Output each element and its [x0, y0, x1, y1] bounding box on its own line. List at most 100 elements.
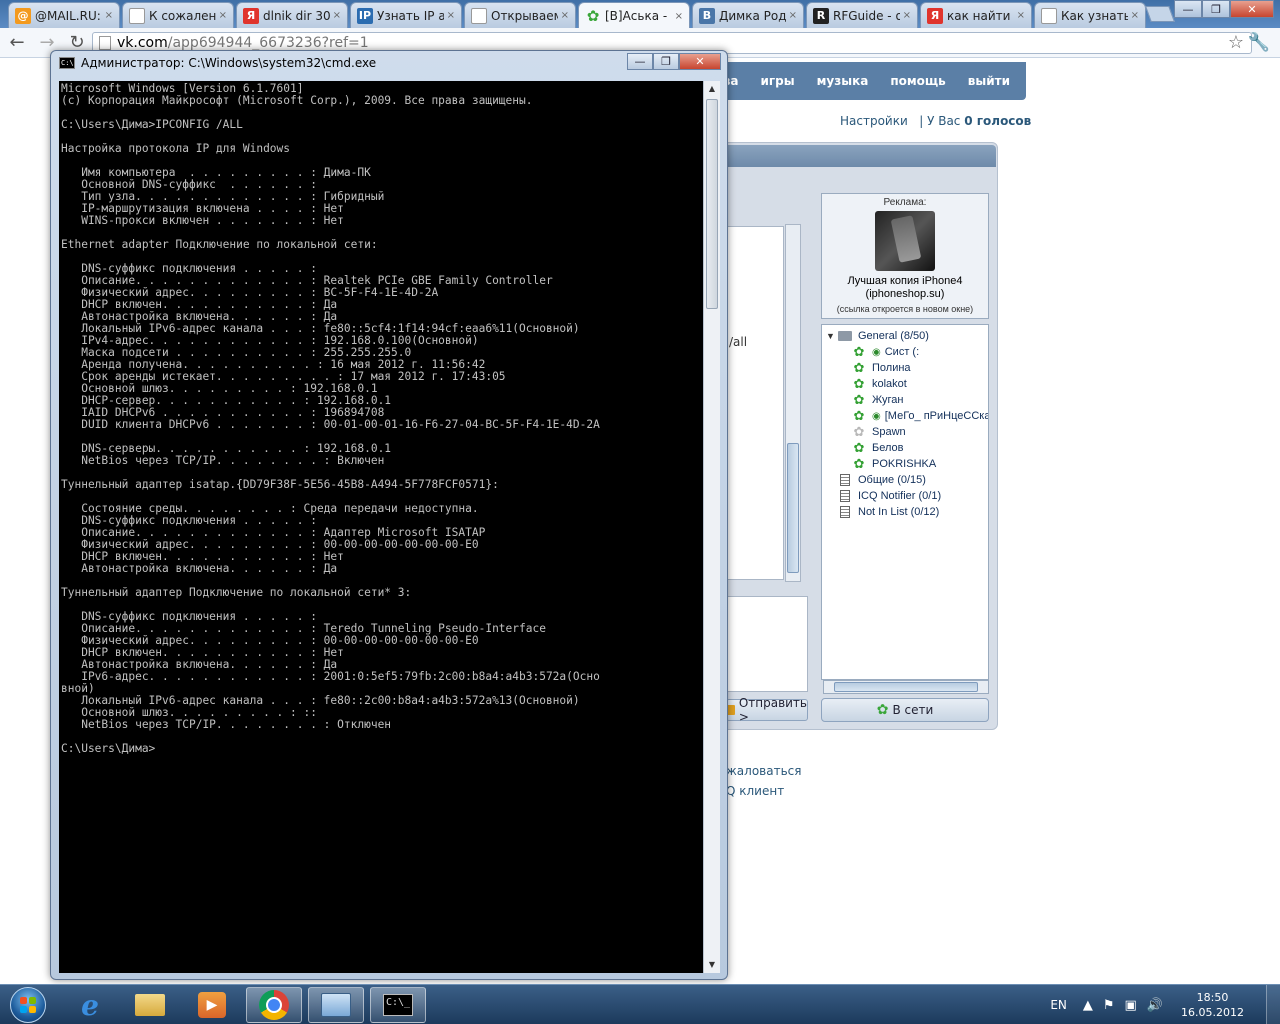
tab[interactable]: Яdlnik dir 300× — [236, 2, 348, 28]
bookmark-star-icon[interactable]: ☆ — [1228, 32, 1244, 53]
scroll-down-arrow-icon[interactable]: ▼ — [704, 957, 720, 973]
ad-title[interactable]: Лучшая копия iPhone4 (iphoneshop.su) — [822, 275, 988, 301]
show-desktop-button[interactable] — [1266, 985, 1280, 1024]
tab[interactable]: ✿ [B]Аська - I × — [578, 2, 690, 29]
tab-label: [B]Аська - I — [605, 9, 672, 23]
tab[interactable]: IP Узнать IP ад× — [350, 2, 462, 28]
minimize-button[interactable]: — — [1174, 0, 1202, 18]
expand-icon[interactable]: ▼ — [826, 331, 838, 341]
send-button[interactable]: Отправить > — [726, 696, 808, 724]
console-output[interactable]: Microsoft Windows [Version 6.1.7601] (c)… — [59, 81, 703, 973]
vk-nav-item[interactable]: музыка — [817, 74, 869, 88]
contact-group[interactable]: ▼ General (8/50) — [826, 328, 929, 344]
taskbar-media-player[interactable]: ▶ — [184, 987, 240, 1023]
contact-item[interactable]: ✿ Полина — [852, 360, 911, 376]
tab-close-icon[interactable]: × — [333, 10, 341, 21]
settings-link[interactable]: Настройки — [840, 114, 908, 128]
tab-label: К сожален — [149, 8, 216, 23]
language-indicator[interactable]: EN — [1050, 998, 1067, 1012]
contact-item[interactable]: ✿ Жуган — [852, 392, 904, 408]
show-hidden-icons-icon[interactable]: ▲ — [1083, 998, 1093, 1013]
contact-list-group[interactable]: ICQ Notifier (0/1) — [840, 488, 941, 504]
contact-item[interactable]: ✿ POKRISHKA — [852, 456, 937, 472]
vk-nav-item[interactable]: помощь — [890, 74, 945, 88]
contact-item[interactable]: ✿ Белов — [852, 440, 904, 456]
contact-item[interactable]: ✿ kolakot — [852, 376, 907, 392]
icq-client-link[interactable]: Q клиент — [726, 784, 784, 798]
tab[interactable]: Открываем × — [464, 2, 576, 28]
taskbar-explorer[interactable] — [122, 987, 178, 1023]
tab-close-icon[interactable]: × — [561, 10, 569, 21]
chat-scrollbar[interactable] — [785, 224, 801, 582]
icq-icon: ✿ — [586, 7, 600, 25]
cmd-scrollbar[interactable]: ▲ ▼ — [703, 81, 720, 973]
icq-status-icon: ✿ — [853, 376, 865, 391]
contact-scroll-thumb[interactable] — [834, 682, 978, 692]
message-input[interactable] — [726, 596, 808, 692]
votes-prefix: | У Вас — [919, 114, 961, 128]
tab-close-icon[interactable]: × — [219, 10, 227, 21]
list-icon — [840, 506, 850, 518]
ad-box[interactable]: Реклама: Лучшая копия iPhone4 (iphoneshop… — [821, 193, 989, 319]
taskbar-control-panel[interactable] — [308, 987, 364, 1023]
tab-close-icon[interactable]: × — [903, 10, 911, 21]
contact-item[interactable]: ✿ ◉ [МеГо_ пРиНцеССка — [852, 408, 988, 424]
icq-status-icon: ✿ — [853, 344, 865, 359]
icq-status-icon: ✿ — [853, 408, 865, 423]
cmd-scroll-thumb[interactable] — [706, 99, 718, 309]
taskbar-chrome[interactable] — [246, 987, 302, 1023]
tab-label: Открываем — [491, 8, 558, 23]
vk-nav-item[interactable]: выйти — [968, 74, 1010, 88]
url-path: /app694944_6673236?ref=1 — [167, 35, 369, 51]
tab[interactable]: Якак найти I × — [920, 2, 1032, 28]
ie-icon: e — [81, 988, 99, 1022]
close-button[interactable]: ✕ — [1230, 0, 1274, 18]
contact-item[interactable]: ✿ Spawn — [852, 424, 906, 440]
tab[interactable]: B Димка Род × — [692, 2, 804, 28]
mailru-icon: @ — [15, 7, 31, 24]
tab-close-icon[interactable]: × — [447, 10, 455, 21]
cmd-titlebar[interactable]: C:\ Администратор: C:\Windows\system32\c… — [51, 51, 727, 75]
action-center-flag-icon[interactable]: ⚑ — [1103, 998, 1115, 1013]
new-tab-button[interactable] — [1145, 6, 1175, 22]
back-arrow-icon[interactable]: ← — [4, 30, 30, 56]
tab-close-icon[interactable]: × — [789, 10, 797, 21]
taskbar-cmd[interactable]: C:\_ — [370, 987, 426, 1023]
volume-icon[interactable]: 🔊 — [1147, 998, 1163, 1013]
tab-close-icon[interactable]: × — [1131, 10, 1139, 21]
cmd-maximize-button[interactable]: ❐ — [653, 53, 679, 70]
tab[interactable]: @ @MAIL.RU: × — [8, 2, 120, 28]
tab[interactable]: К сожален × — [122, 2, 234, 28]
contact-list-group[interactable]: Not In List (0/12) — [840, 504, 939, 520]
scroll-up-arrow-icon[interactable]: ▲ — [704, 81, 720, 97]
contact-item[interactable]: ✿ ◉ Сист (: — [852, 344, 920, 360]
cmd-close-button[interactable]: ✕ — [679, 53, 721, 70]
system-tray: EN ▲ ⚑ ▣ 🔊 18:50 16.05.2012 — [1050, 985, 1280, 1024]
vk-nav-item[interactable]: игры — [761, 74, 795, 88]
cmd-minimize-button[interactable]: — — [627, 53, 653, 70]
clock[interactable]: 18:50 16.05.2012 — [1181, 990, 1244, 1020]
wrench-menu-icon[interactable]: 🔧 — [1248, 32, 1270, 53]
contact-label: POKRISHKA — [872, 458, 937, 470]
icq-app-header — [700, 145, 996, 167]
tab-close-icon[interactable]: × — [675, 11, 683, 22]
complain-link[interactable]: жаловаться — [726, 764, 801, 778]
tab-label: RFGuide - о — [833, 8, 900, 23]
taskbar-ie[interactable]: e — [62, 987, 118, 1023]
folder-icon — [135, 994, 165, 1016]
chat-scroll-thumb[interactable] — [787, 443, 799, 573]
tab-close-icon[interactable]: × — [1017, 10, 1025, 21]
start-button[interactable] — [2, 985, 54, 1024]
contact-list-scrollbar[interactable] — [823, 680, 989, 694]
network-icon[interactable]: ▣ — [1125, 998, 1137, 1013]
folder-icon — [838, 331, 852, 341]
votes-count[interactable]: 0 голосов — [964, 114, 1031, 128]
tab-close-icon[interactable]: × — [105, 10, 113, 21]
contact-list-group[interactable]: Общие (0/15) — [840, 472, 926, 488]
tab[interactable]: Как узнать × — [1034, 2, 1146, 28]
status-button[interactable]: ✿ В сети — [821, 698, 989, 722]
maximize-button[interactable]: ❐ — [1202, 0, 1230, 18]
icq-status-icon: ✿ — [853, 360, 865, 375]
iphone-ad-image[interactable] — [875, 211, 935, 271]
tab[interactable]: R RFGuide - о × — [806, 2, 918, 28]
